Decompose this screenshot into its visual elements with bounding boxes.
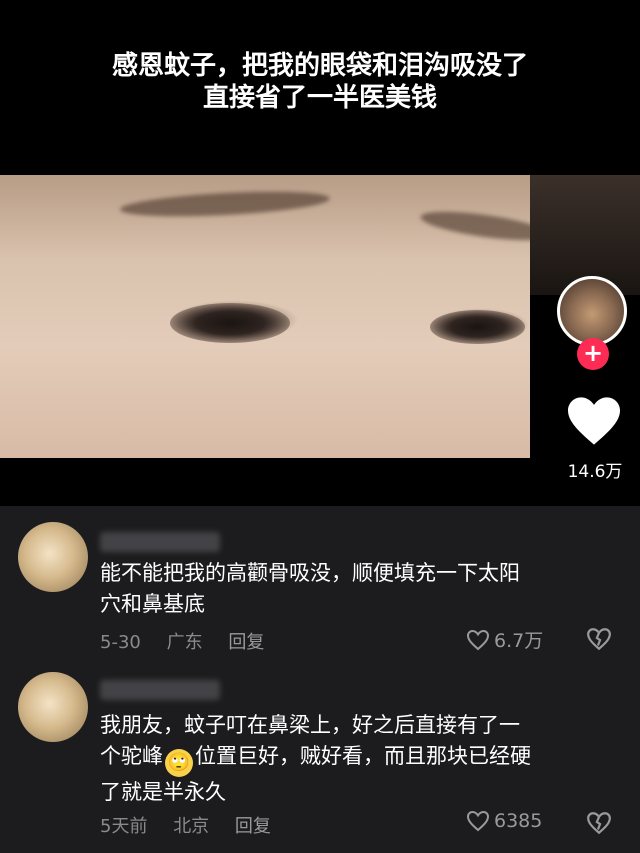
commenter-avatar[interactable] [18, 672, 88, 742]
comment-like-button[interactable]: 6385 [466, 810, 542, 832]
comment-date: 5-30 [100, 632, 141, 653]
comment-text: 能不能把我的高颧骨吸没，顺便填充一下太阳 穴和鼻基底 [100, 558, 610, 620]
commenter-name-blurred[interactable] [100, 680, 220, 700]
comment-text-line: 能不能把我的高颧骨吸没，顺便填充一下太阳 [100, 561, 520, 585]
comment-text-line: 个驼峰 🙄 位置巨好，贼好看，而且那块已经硬 [100, 741, 610, 777]
comment-text: 我朋友，蚊子叮在鼻梁上，好之后直接有了一 个驼峰 🙄 位置巨好，贼好看，而且那块已经… [100, 710, 610, 808]
left-eye [170, 303, 290, 343]
commenter-avatar[interactable] [18, 522, 88, 592]
broken-heart-icon[interactable] [586, 811, 612, 835]
caption-line-2: 直接省了一半医美钱 [202, 83, 437, 113]
comment-panel: 能不能把我的高颧骨吸没，顺便填充一下太阳 穴和鼻基底 5-30 广东 回复 6.… [0, 506, 640, 853]
video-like-count: 14.6万 [567, 462, 623, 482]
left-eyebrow [119, 187, 331, 221]
follow-button[interactable]: + [577, 338, 609, 370]
comment-location: 北京 [173, 816, 210, 837]
comment-text-segment: 个驼峰 [100, 744, 163, 768]
heart-icon[interactable] [565, 395, 623, 447]
comment-like-count: 6385 [494, 810, 543, 832]
comment-text-line: 了就是半永久 [100, 780, 226, 804]
eye-roll-emoji-icon: 🙄 [165, 749, 193, 777]
comment-like-button[interactable]: 6.7万 [466, 626, 543, 653]
caption-line-1: 感恩蚊子，把我的眼袋和泪沟吸没了 [111, 51, 528, 81]
comment-text-line: 我朋友，蚊子叮在鼻梁上，好之后直接有了一 [100, 713, 520, 737]
broken-heart-icon[interactable] [586, 627, 612, 651]
comment-meta: 5天前 北京 回复 [100, 812, 291, 838]
reply-button[interactable]: 回复 [228, 632, 264, 653]
video-caption: 感恩蚊子，把我的眼袋和泪沟吸没了 直接省了一半医美钱 [0, 50, 640, 114]
right-eye [430, 310, 525, 344]
comment-like-count: 6.7万 [494, 630, 544, 652]
comment-date: 5天前 [100, 816, 148, 837]
heart-outline-icon [466, 629, 490, 650]
right-eyebrow [419, 206, 530, 246]
reply-button[interactable]: 回复 [235, 816, 271, 837]
comment-meta: 5-30 广东 回复 [100, 628, 284, 654]
comment-text-segment: 位置巨好，贼好看，而且那块已经硬 [195, 744, 531, 768]
comment-text-line: 穴和鼻基底 [100, 592, 205, 616]
commenter-name-blurred[interactable] [100, 532, 220, 552]
comment-location: 广东 [166, 632, 203, 653]
creator-avatar[interactable] [557, 276, 627, 346]
heart-outline-icon [466, 810, 490, 832]
video-frame[interactable] [0, 175, 530, 458]
